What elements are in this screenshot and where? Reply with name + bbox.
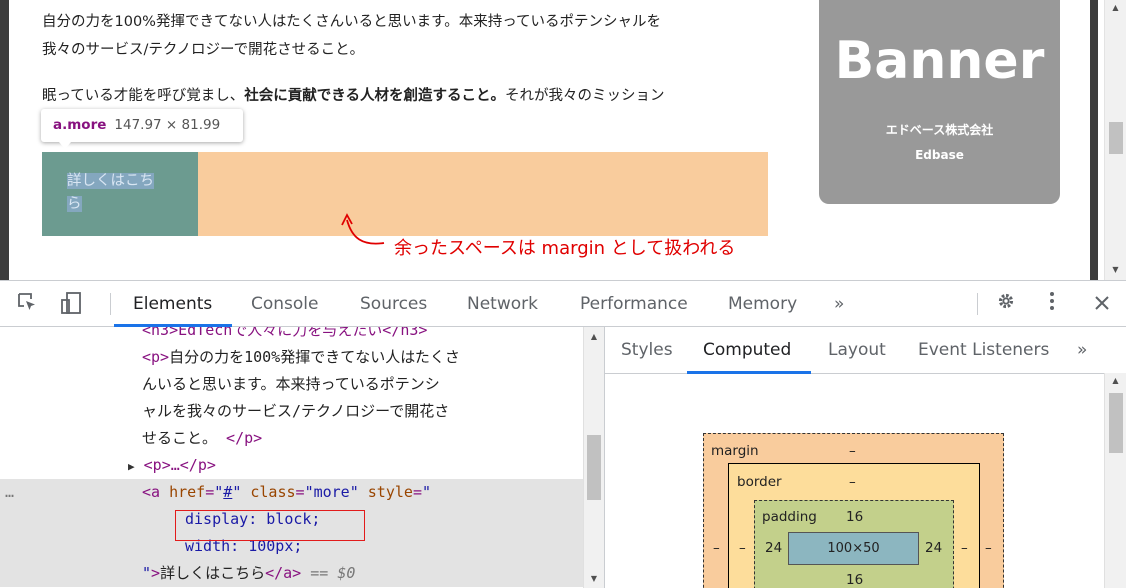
banner[interactable]: Banner エドベース株式会社 Edbase (819, 0, 1060, 204)
page-frame-left (0, 0, 9, 280)
dom-node-a-selected[interactable]: … <a href="#" class="more" style=" (0, 479, 583, 506)
banner-company: エドベース株式会社 (885, 123, 994, 137)
more-tabs-icon[interactable]: » (834, 281, 844, 327)
expand-triangle-icon[interactable]: ▶ (128, 460, 135, 473)
tab-network[interactable]: Network (467, 281, 538, 327)
p-collapsed-source: <p>…</p> (143, 456, 216, 474)
dom-text-line: ャルを我々のサービス/テクノロジーで開花さ (0, 398, 583, 425)
sidebar-scrollbar[interactable]: ▲ (1104, 373, 1126, 588)
tooltip-selector: a.more (53, 117, 107, 133)
paragraph-2-strong: 社会に貢献できる人材を創造すること。 (244, 88, 505, 104)
p-text-line-3: ャルを我々のサービス/テクノロジーで開花さ (142, 402, 450, 420)
page-viewport: 自分の力を100%発揮できてない人はたくさんいると思います。本来持っているポテン… (0, 0, 1126, 280)
elements-scroll-up-icon[interactable]: ▲ (584, 329, 604, 345)
margin-value[interactable]: – (849, 443, 856, 459)
href-link[interactable]: # (223, 483, 232, 501)
elements-scrollbar[interactable]: ▲ ▼ (583, 327, 604, 588)
paragraph-2: 眠っている才能を呼び覚まし、社会に貢献できる人材を創造すること。それが我々のミッ… (42, 84, 665, 109)
elements-scroll-down-icon[interactable]: ▼ (584, 571, 604, 587)
banner-company-en: Edbase (915, 148, 964, 162)
devtools-toolbar: Elements Console Sources Network Perform… (0, 281, 1126, 327)
p-close-tag: </p> (226, 429, 263, 447)
attr-style: style (367, 483, 413, 501)
tooltip-dimensions: 147.97 × 81.99 (114, 117, 221, 133)
display-block-highlight (175, 510, 365, 541)
more-link-text-line-1: 詳しくはこち (67, 173, 154, 189)
sidebar-tabs: Styles Computed Layout Event Listeners » (605, 327, 1126, 374)
padding-top-value[interactable]: 16 (846, 509, 863, 525)
padding-left-value[interactable]: 24 (765, 540, 782, 556)
paragraph-1-line-1: 自分の力を100%発揮できてない人はたくさんいると思います。本来持っているポテン… (42, 14, 661, 30)
margin-annotation: 余ったスペースは margin として扱われる (394, 238, 736, 259)
console-ref: == $0 (310, 564, 356, 582)
scroll-down-icon[interactable]: ▼ (1105, 262, 1126, 278)
border-value[interactable]: – (849, 474, 856, 490)
dom-node-p[interactable]: <p>自分の力を100%発揮できてない人はたくさ (0, 344, 583, 371)
margin-right-value[interactable]: – (985, 540, 992, 556)
toolbar-separator-right (977, 293, 978, 315)
page-scrollbar[interactable]: ▲ ▼ (1104, 0, 1126, 280)
tab-styles[interactable]: Styles (621, 327, 673, 374)
paragraph-2-text-a: 眠っている才能を呼び覚まし、 (42, 88, 245, 104)
margin-left-value[interactable]: – (713, 540, 720, 556)
annotation-arrow-icon (341, 213, 385, 245)
elements-scroll-thumb[interactable] (587, 435, 601, 500)
node-actions-dots-icon[interactable]: … (5, 479, 14, 506)
p-text-line-1: 自分の力を100%発揮できてない人はたくさ (169, 348, 460, 366)
scroll-up-icon[interactable]: ▲ (1105, 0, 1126, 16)
padding-bottom-value[interactable]: 16 (846, 572, 863, 588)
toolbar-separator (110, 293, 111, 315)
tab-memory[interactable]: Memory (728, 281, 797, 327)
paragraph-2-text-c: それが我々のミッション (505, 88, 665, 104)
tab-performance[interactable]: Performance (580, 281, 688, 327)
close-icon[interactable] (1091, 291, 1113, 317)
p-text-line-4: せること。 (142, 429, 218, 447)
p-text-line-2: んいると思います。本来持っているポテンシ (142, 375, 440, 393)
sidebar-scroll-thumb[interactable] (1109, 393, 1123, 453)
a-open-tag: <a (142, 483, 161, 501)
dom-a-close-line: ">詳しくはこちら</a> == $0 (0, 560, 583, 587)
dom-node-p-collapsed[interactable]: ▶ <p>…</p> (0, 452, 583, 479)
settings-gear-icon[interactable] (994, 291, 1018, 317)
attr-href: href (169, 483, 206, 501)
kebab-menu-icon[interactable] (1044, 291, 1060, 317)
box-model-content[interactable]: 100×50 (788, 532, 919, 565)
dom-text-line: んいると思います。本来持っているポテンシ (0, 371, 583, 398)
margin-label: margin (711, 443, 759, 459)
tab-computed[interactable]: Computed (703, 327, 791, 374)
border-left-value[interactable]: – (739, 540, 746, 556)
more-link[interactable]: 詳しくはこち ら (67, 170, 177, 216)
dom-text-line: せること。 </p> (0, 425, 583, 452)
attr-class: class (250, 483, 296, 501)
elements-tree: <h3>EdTechで人々に力を与えたい</h3> <p>自分の力を100%発揮… (0, 327, 583, 588)
page-frame-right (1090, 0, 1098, 280)
p-open-tag: <p> (142, 348, 170, 366)
a-close-tag: </a> (265, 564, 302, 582)
border-right-value[interactable]: – (961, 540, 968, 556)
border-label: border (737, 474, 782, 490)
a-text: 詳しくはこちら (160, 564, 266, 582)
padding-right-value[interactable]: 24 (925, 540, 942, 556)
sidebar-more-icon[interactable]: » (1077, 327, 1087, 374)
padding-label: padding (762, 509, 817, 525)
sidebar-active-indicator (687, 371, 811, 374)
paragraph-1-line-2: 我々のサービス/テクノロジーで開花させること。 (42, 42, 365, 58)
sidebar-scroll-up-icon[interactable]: ▲ (1105, 373, 1126, 389)
more-link-text-line-2: ら (67, 196, 82, 212)
page-scroll-thumb[interactable] (1109, 122, 1123, 154)
tab-event-listeners[interactable]: Event Listeners (918, 327, 1049, 374)
dom-node-h3[interactable]: <h3>EdTechで人々に力を与えたい</h3> (0, 327, 583, 344)
tab-sources[interactable]: Sources (360, 281, 427, 327)
tab-console[interactable]: Console (251, 281, 319, 327)
inspect-tooltip: a.more 147.97 × 81.99 (41, 109, 243, 149)
device-toggle-icon[interactable] (58, 291, 84, 317)
inspect-icon[interactable] (14, 291, 40, 317)
h3-source: <h3>EdTechで人々に力を与えたい</h3> (142, 327, 428, 339)
banner-title: Banner (834, 31, 1045, 91)
tab-elements[interactable]: Elements (133, 281, 212, 327)
tab-layout[interactable]: Layout (828, 327, 886, 374)
class-value: more (313, 483, 350, 501)
